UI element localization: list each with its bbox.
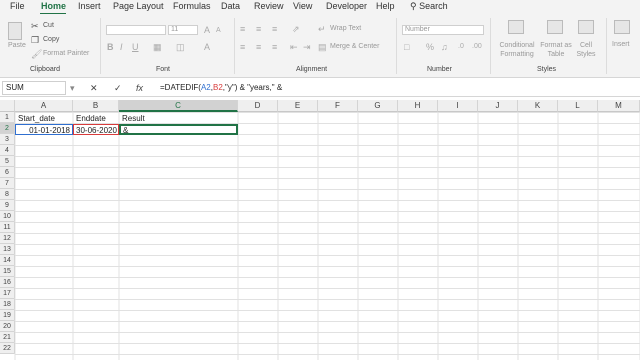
number-group-label: Number <box>427 66 452 73</box>
menu-insert[interactable]: Insert <box>78 1 101 11</box>
name-box-dropdown-icon[interactable]: ▾ <box>70 83 75 93</box>
menu-data[interactable]: Data <box>221 1 240 11</box>
formula-ref-a2: A2 <box>200 83 211 92</box>
format-painter-button[interactable]: Format Painter <box>43 50 89 57</box>
font-group-label: Font <box>156 66 171 73</box>
fill-color-icon[interactable]: ◫ <box>176 42 185 52</box>
increase-indent-icon[interactable]: ⇥ <box>303 42 311 52</box>
menu-help[interactable]: Help <box>376 1 395 11</box>
cell-b2[interactable]: 30-06-2020 <box>73 124 119 135</box>
merge-icon[interactable]: ▤ <box>318 42 327 52</box>
alignment-group-label: Alignment <box>296 66 328 73</box>
format-as-table-button[interactable]: Format as Table <box>538 41 574 59</box>
orientation-icon[interactable]: ⇗ <box>292 24 300 34</box>
formula-text: =DATEDIF( <box>160 83 201 92</box>
insert-cells-icon[interactable] <box>614 20 630 34</box>
align-left-icon[interactable]: ≡ <box>240 42 245 52</box>
decrease-decimal-icon[interactable]: .00 <box>472 42 482 52</box>
number-format-dropdown[interactable]: Number <box>402 25 484 35</box>
conditional-formatting-button[interactable]: Conditional Formatting <box>495 41 539 59</box>
conditional-formatting-icon[interactable] <box>508 20 524 34</box>
borders-icon[interactable]: ▦ <box>153 42 162 52</box>
formula-input[interactable]: =DATEDIF(A2,B2,"y") & "years," & <box>160 83 282 92</box>
cell-b1[interactable]: Enddate <box>74 113 119 124</box>
styles-group-label: Styles <box>537 66 557 73</box>
underline-icon[interactable]: U <box>132 42 139 52</box>
menu-bar: File Home Insert Page Layout Formulas Da… <box>0 0 640 15</box>
search-label: Search <box>419 1 448 11</box>
format-as-table-icon[interactable] <box>547 20 563 34</box>
wrap-text-button[interactable]: Wrap Text <box>330 25 361 32</box>
cell-a2[interactable]: 01-01-2018 <box>15 124 73 135</box>
menu-page-layout[interactable]: Page Layout <box>113 1 164 11</box>
worksheet-grid: A B C D E F G H I J K L M 1 2 3 4 5 6 7 8 9 10 11 1… <box>0 100 640 360</box>
cell-a1[interactable]: Start_date <box>16 113 73 124</box>
decrease-indent-icon[interactable]: ⇤ <box>290 42 298 52</box>
group-separator <box>606 18 607 74</box>
cut-icon[interactable]: ✂ <box>31 21 39 31</box>
align-middle-icon[interactable]: ≡ <box>256 24 261 34</box>
font-size-dropdown[interactable]: 11 <box>168 25 198 35</box>
menu-file[interactable]: File <box>10 1 25 11</box>
menu-developer[interactable]: Developer <box>326 1 367 11</box>
font-color-icon[interactable]: A <box>204 42 210 52</box>
cell-c2-active[interactable]: & <box>119 124 238 135</box>
align-right-icon[interactable]: ≡ <box>272 42 277 52</box>
menu-formulas[interactable]: Formulas <box>173 1 211 11</box>
format-painter-icon[interactable]: 🖌 <box>31 49 42 59</box>
increase-decimal-icon[interactable]: .0 <box>458 42 464 52</box>
insert-function-icon[interactable]: fx <box>136 83 143 93</box>
name-box[interactable]: SUM <box>2 81 66 95</box>
increase-font-icon[interactable]: A <box>204 25 210 35</box>
group-separator <box>396 18 397 74</box>
align-top-icon[interactable]: ≡ <box>240 24 245 34</box>
group-separator <box>234 18 235 74</box>
accounting-format-icon[interactable]: □ <box>404 42 409 52</box>
menu-review[interactable]: Review <box>254 1 284 11</box>
menu-view[interactable]: View <box>293 1 312 11</box>
wrap-text-icon[interactable]: ↵ <box>318 24 326 34</box>
cancel-entry-icon[interactable]: ✕ <box>90 83 98 93</box>
align-center-icon[interactable]: ≡ <box>256 42 261 52</box>
copy-icon[interactable]: ❐ <box>31 35 39 45</box>
comma-style-icon[interactable]: ♫ <box>441 42 448 52</box>
ribbon: Paste ✂ Cut ❐ Copy 🖌 Format Painter Clip… <box>0 14 640 78</box>
clipboard-group-label: Clipboard <box>30 66 60 73</box>
cell-styles-button[interactable]: Cell Styles <box>572 41 600 59</box>
formula-text: ,"y") & "years," & <box>222 83 283 92</box>
bold-icon[interactable]: B <box>107 42 114 52</box>
percent-icon[interactable]: % <box>426 42 434 52</box>
formula-ref-b2: B2 <box>213 83 223 92</box>
insert-cells-button[interactable]: Insert <box>612 41 630 48</box>
italic-icon[interactable]: I <box>120 42 123 52</box>
align-bottom-icon[interactable]: ≡ <box>272 24 277 34</box>
copy-button[interactable]: Copy <box>43 36 59 43</box>
paste-icon[interactable] <box>8 22 22 40</box>
cell-styles-icon[interactable] <box>578 20 594 34</box>
menu-home[interactable]: Home <box>41 1 66 11</box>
search-box[interactable]: ⚲ Search <box>410 1 448 12</box>
group-separator <box>490 18 491 74</box>
cut-button[interactable]: Cut <box>43 22 54 29</box>
group-separator <box>100 18 101 74</box>
formula-bar: SUM ▾ ✕ ✓ fx =DATEDIF(A2,B2,"y") & "year… <box>0 79 640 97</box>
paste-label: Paste <box>8 42 26 49</box>
merge-center-button[interactable]: Merge & Center <box>330 43 379 50</box>
confirm-entry-icon[interactable]: ✓ <box>114 83 122 93</box>
gridlines <box>14 112 640 360</box>
cell-c1[interactable]: Result <box>120 113 238 124</box>
search-icon: ⚲ <box>410 1 417 11</box>
font-name-dropdown[interactable] <box>106 25 166 35</box>
decrease-font-icon[interactable]: A <box>216 26 221 36</box>
